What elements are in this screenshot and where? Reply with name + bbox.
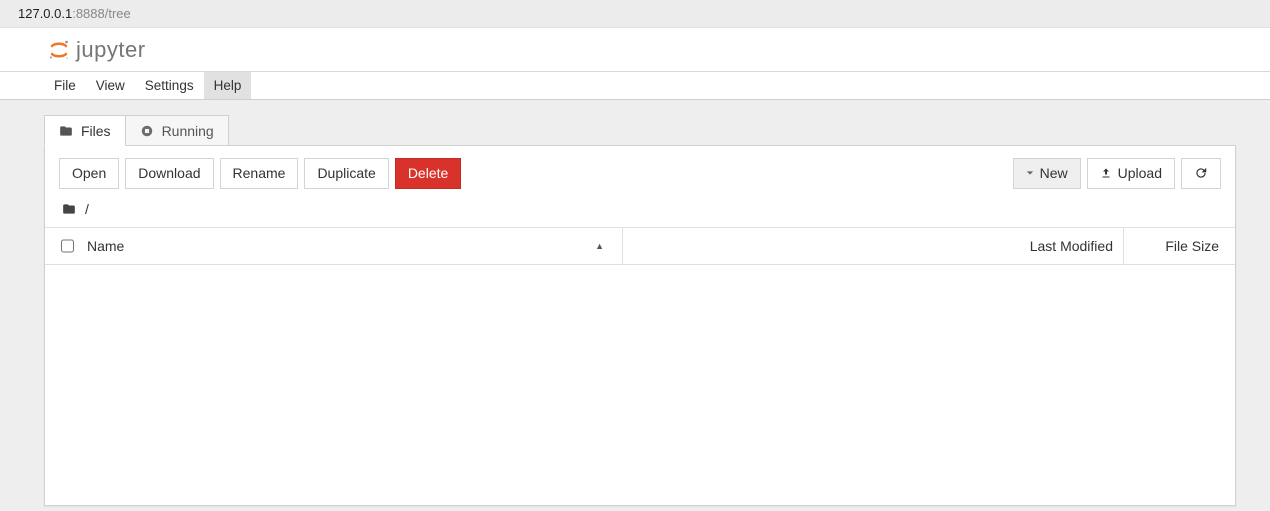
upload-button-label: Upload xyxy=(1118,165,1162,182)
rename-button[interactable]: Rename xyxy=(220,158,299,189)
download-button[interactable]: Download xyxy=(125,158,213,189)
caret-down-icon xyxy=(1026,169,1034,177)
sort-asc-icon: ▲ xyxy=(595,241,622,251)
file-list-header: Name ▲ Last Modified File Size xyxy=(45,227,1235,265)
delete-button[interactable]: Delete xyxy=(395,158,461,189)
open-button[interactable]: Open xyxy=(59,158,119,189)
url-path: :8888/tree xyxy=(72,6,131,21)
jupyter-wordmark: jupyter xyxy=(76,37,146,63)
select-all-checkbox[interactable] xyxy=(61,239,74,253)
menu-bar: File View Settings Help xyxy=(0,72,1270,100)
new-button-label: New xyxy=(1040,165,1068,182)
app-header: jupyter xyxy=(0,28,1270,72)
file-toolbar: Open Download Rename Duplicate Delete Ne… xyxy=(45,146,1235,199)
breadcrumb-path: / xyxy=(85,201,89,217)
new-button[interactable]: New xyxy=(1013,158,1081,189)
column-file-size[interactable]: File Size xyxy=(1124,238,1219,254)
refresh-icon xyxy=(1194,166,1208,180)
browser-url-bar[interactable]: 127.0.0.1:8888/tree xyxy=(0,0,1270,28)
menu-help[interactable]: Help xyxy=(204,72,252,99)
folder-icon xyxy=(61,202,77,216)
upload-button[interactable]: Upload xyxy=(1087,158,1175,189)
file-list-body xyxy=(45,265,1235,505)
tab-running[interactable]: Running xyxy=(126,115,229,146)
column-size-label: File Size xyxy=(1165,238,1219,254)
folder-icon xyxy=(59,124,73,138)
select-all-cell xyxy=(57,236,77,256)
column-name-label: Name xyxy=(87,238,124,254)
stop-circle-icon xyxy=(140,124,154,138)
jupyter-logo[interactable]: jupyter xyxy=(48,37,146,63)
menu-file[interactable]: File xyxy=(44,72,86,99)
menu-settings[interactable]: Settings xyxy=(135,72,204,99)
duplicate-button[interactable]: Duplicate xyxy=(304,158,388,189)
file-action-group: Open Download Rename Duplicate Delete xyxy=(59,158,461,189)
jupyter-mark-icon xyxy=(48,39,70,61)
upload-icon xyxy=(1100,167,1112,179)
column-last-modified[interactable]: Last Modified xyxy=(623,238,1123,254)
tabs: Files Running xyxy=(44,114,1236,145)
refresh-button[interactable] xyxy=(1181,158,1221,189)
url-host: 127.0.0.1 xyxy=(18,6,72,21)
file-create-group: New Upload xyxy=(1013,158,1221,189)
main-panel: Open Download Rename Duplicate Delete Ne… xyxy=(44,145,1236,506)
breadcrumb[interactable]: / xyxy=(45,199,1235,227)
column-modified-label: Last Modified xyxy=(1030,238,1113,254)
menu-view[interactable]: View xyxy=(86,72,135,99)
column-name[interactable]: Name ▲ xyxy=(77,238,622,254)
tab-files[interactable]: Files xyxy=(44,115,126,146)
tab-running-label: Running xyxy=(162,123,214,139)
tab-files-label: Files xyxy=(81,123,111,139)
